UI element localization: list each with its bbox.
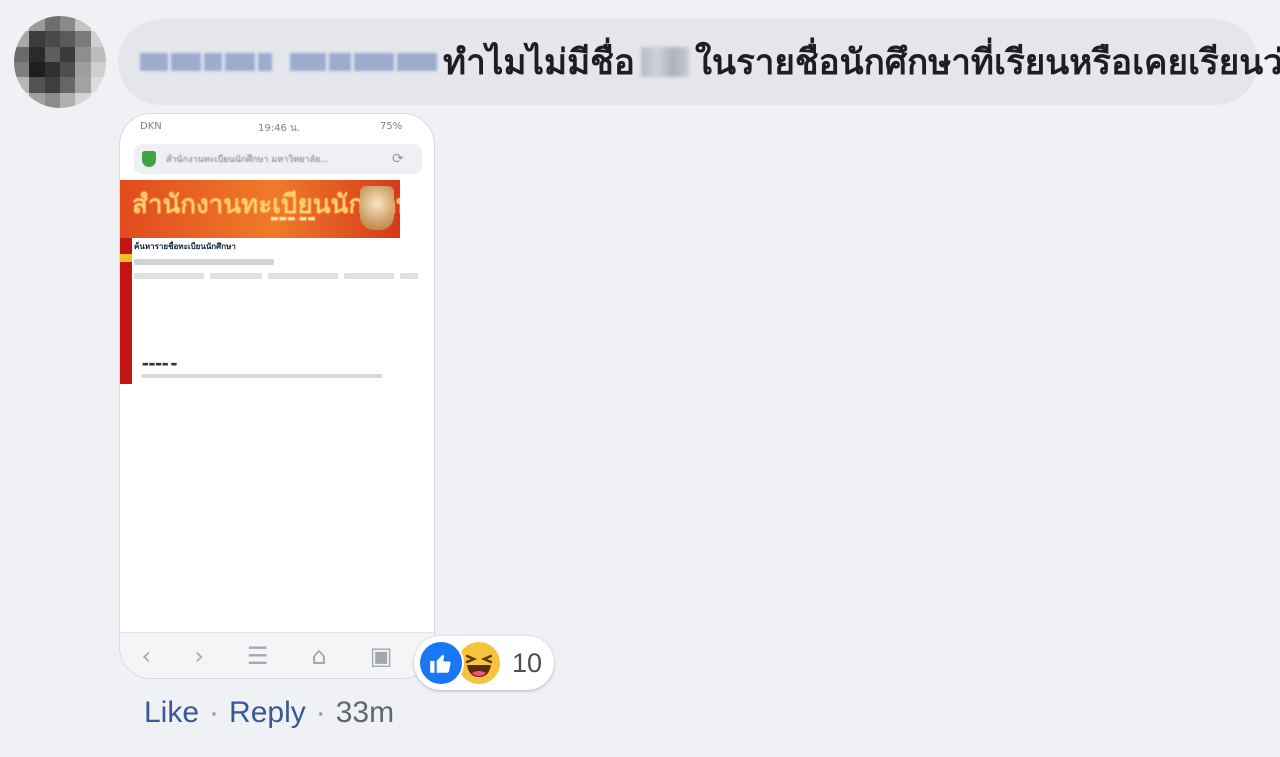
status-time: 19:46 น.	[258, 123, 301, 134]
chevron-right-icon: ›	[194, 641, 204, 670]
separator: ·	[209, 696, 220, 729]
comment-timestamp[interactable]: 33m	[336, 696, 394, 730]
signal-carrier: DKN	[140, 121, 162, 132]
page-text-line	[134, 259, 274, 265]
reactions-summary[interactable]: 10	[414, 636, 554, 690]
page-search-row	[134, 273, 430, 279]
reload-icon: ⟳	[392, 151, 404, 167]
like-link[interactable]: Like	[144, 696, 199, 730]
menu-icon: ☰	[246, 641, 269, 670]
chevron-left-icon: ‹	[141, 641, 152, 670]
comment-actions: Like · Reply · 33m	[144, 696, 394, 730]
reaction-count: 10	[512, 647, 543, 678]
censored-word	[640, 47, 689, 77]
browser-url-bar: สำนักงานทะเบียนนักศึกษา มหาวิทยาลัย... ⟳	[134, 144, 422, 174]
home-icon: ⌂	[311, 641, 327, 670]
site-banner: สำนักงานทะเบียนนักศึกษา ▬▬▬ ▬▬	[120, 180, 400, 238]
comment-bubble: ทำไมไม่มีชื่อ ในรายชื่อนักศึกษาที่เรียนห…	[118, 19, 1280, 105]
page-content: ค้นหารายชื่อทะเบียนนักศึกษา	[134, 240, 430, 279]
comment-text-part1: ทำไมไม่มีชื่อ	[443, 42, 635, 83]
banner-subtitle-blurred: ▬▬▬ ▬▬	[270, 214, 316, 224]
attached-screenshot[interactable]: DKN 19:46 น. 75% สำนักงานทะเบียนนักศึกษา…	[119, 113, 435, 679]
shield-icon	[142, 151, 156, 167]
comment-text-part2: ในรายชื่อนักศึกษาที่เรียนหรือเคยเรียนว่ะ	[694, 42, 1280, 83]
university-emblem	[360, 186, 394, 230]
author-name-blurred[interactable]	[140, 53, 437, 71]
url-text: สำนักงานทะเบียนนักศึกษา มหาวิทยาลัย...	[166, 155, 329, 165]
page-footer-label: ▬▬▬▬ ▬	[142, 360, 178, 368]
reply-link[interactable]: Reply	[229, 696, 306, 730]
page-footer-line	[142, 374, 382, 378]
page-heading: ค้นหารายชื่อทะเบียนนักศึกษา	[134, 242, 236, 251]
comment-text: ทำไมไม่มีชื่อ ในรายชื่อนักศึกษาที่เรียนห…	[443, 35, 1280, 90]
battery-status: 75%	[380, 121, 403, 132]
page-sidebar-rail	[120, 238, 132, 384]
tabs-icon: ▣	[369, 641, 393, 670]
like-reaction-icon	[418, 640, 464, 686]
phone-status-bar: DKN 19:46 น. 75%	[120, 118, 434, 138]
separator: ·	[315, 696, 326, 729]
browser-nav-bar: ‹ › ☰ ⌂ ▣	[120, 632, 434, 678]
avatar[interactable]	[14, 16, 106, 108]
